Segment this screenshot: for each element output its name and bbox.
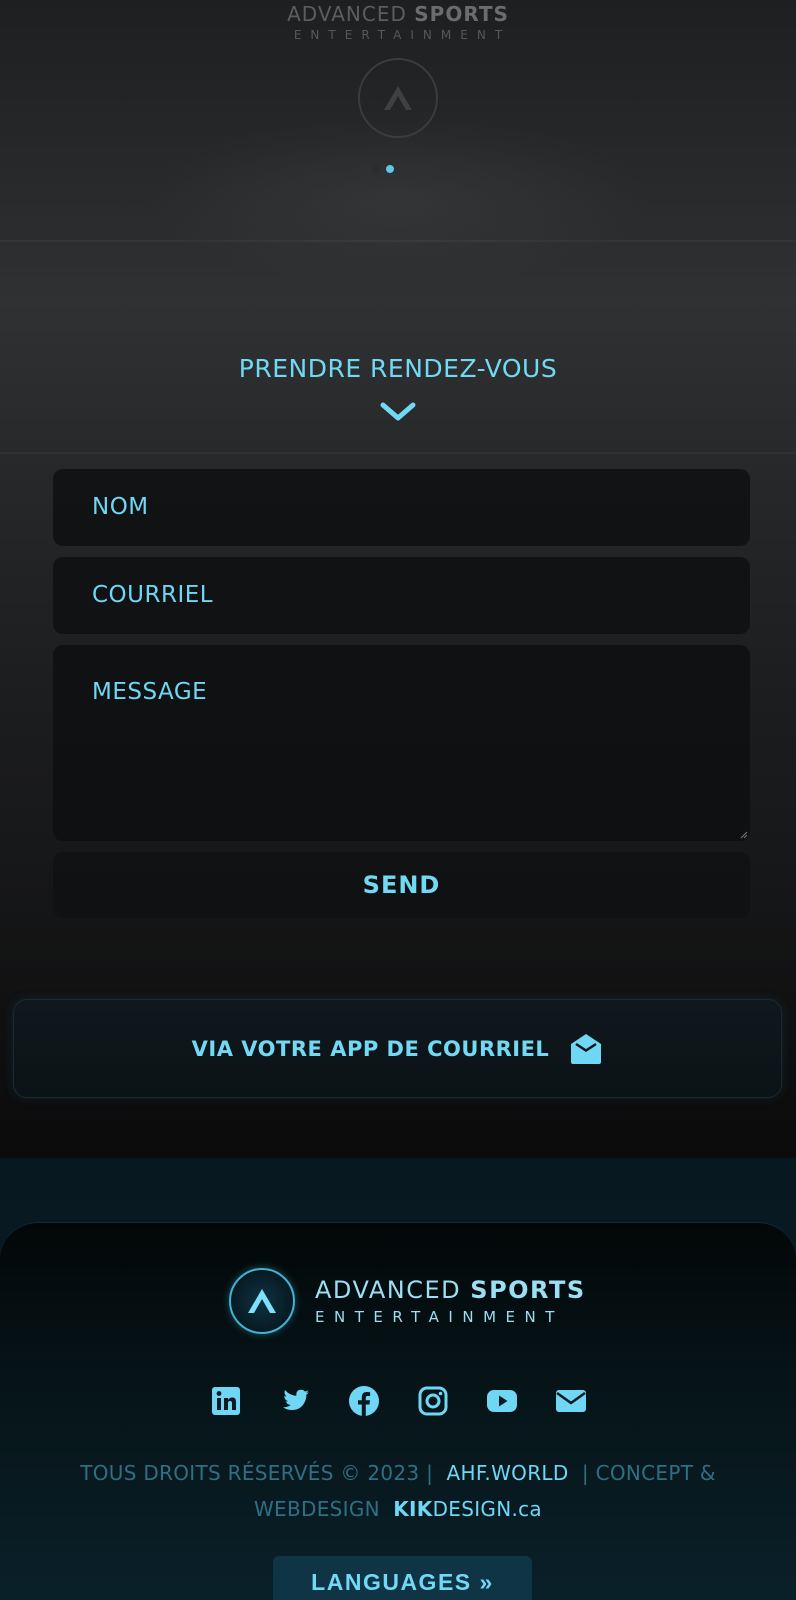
- send-button[interactable]: SEND: [53, 852, 750, 918]
- message-placeholder: MESSAGE: [92, 679, 208, 705]
- slider-dot-active[interactable]: [386, 165, 394, 173]
- footer-tagline: ENTERTAINMENT: [315, 1308, 564, 1326]
- copyright-text: TOUS DROITS RÉSERVÉS © 2023 | AHF.WORLD …: [80, 1461, 716, 1521]
- logo-emblem-icon: [229, 1268, 295, 1334]
- message-field[interactable]: MESSAGE: [53, 645, 750, 841]
- slider-dots[interactable]: [372, 165, 394, 173]
- mail-app-button[interactable]: VIA VOTRE APP DE COURRIEL: [13, 999, 782, 1098]
- name-field[interactable]: NOM: [53, 469, 750, 546]
- slider-dot[interactable]: [372, 165, 380, 173]
- kikdesign-link[interactable]: KIKDESIGN.ca: [393, 1497, 542, 1521]
- social-links: [0, 1385, 796, 1417]
- youtube-icon[interactable]: [486, 1385, 518, 1417]
- logo-tagline: ENTERTAINMENT: [293, 28, 512, 42]
- email-field[interactable]: COURRIEL: [53, 557, 750, 634]
- facebook-icon[interactable]: [348, 1385, 380, 1417]
- twitter-icon[interactable]: [279, 1385, 311, 1417]
- envelope-icon[interactable]: [555, 1385, 587, 1417]
- site-link[interactable]: AHF.WORLD: [447, 1461, 569, 1485]
- mail-app-label: VIA VOTRE APP DE COURRIEL: [191, 1036, 550, 1061]
- footer-wordmark: ADVANCED SPORTS: [315, 1276, 586, 1304]
- header-logo[interactable]: ADVANCED SPORTS ENTERTAINMENT: [0, 0, 796, 42]
- email-placeholder: COURRIEL: [92, 582, 214, 608]
- chevron-down-icon: [380, 402, 416, 421]
- logo-wordmark: ADVANCED SPORTS: [287, 2, 509, 26]
- resize-handle-icon[interactable]: [740, 831, 748, 839]
- appointment-title: PRENDRE RENDEZ-VOUS: [238, 354, 558, 383]
- instagram-icon[interactable]: [417, 1385, 449, 1417]
- languages-button[interactable]: LANGUAGES »: [273, 1556, 532, 1600]
- rights-text: TOUS DROITS RÉSERVÉS © 2023: [80, 1461, 420, 1485]
- logo-emblem-icon: [358, 58, 438, 138]
- name-placeholder: NOM: [92, 494, 149, 520]
- envelope-open-icon: [571, 1033, 602, 1064]
- linkedin-icon[interactable]: [210, 1385, 242, 1417]
- footer-logo[interactable]: ADVANCED SPORTS ENTERTAINMENT: [229, 1268, 586, 1334]
